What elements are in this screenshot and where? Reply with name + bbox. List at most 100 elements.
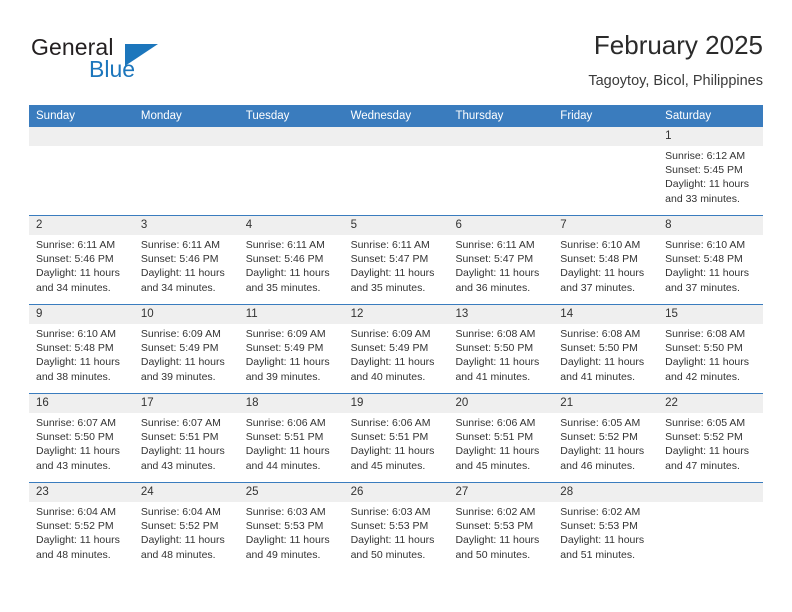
daylight-text-line2: and 37 minutes. [560, 281, 636, 294]
day-details: Sunrise: 6:06 AM Sunset: 5:51 PM Dayligh… [246, 416, 338, 473]
day-number: 20 [455, 397, 469, 409]
day-cell[interactable]: 23 Sunrise: 6:04 AM Sunset: 5:52 PM Dayl… [29, 483, 134, 571]
day-cell[interactable]: 19 Sunrise: 6:06 AM Sunset: 5:51 PM Dayl… [344, 394, 449, 482]
sunset-text: Sunset: 5:52 PM [140, 520, 219, 533]
daylight-text-line2: and 48 minutes. [140, 548, 216, 561]
weekday-header-sunday: Sunday [36, 110, 76, 122]
day-details: Sunrise: 6:03 AM Sunset: 5:53 PM Dayligh… [351, 505, 443, 562]
day-cell[interactable]: 8 Sunrise: 6:10 AM Sunset: 5:48 PM Dayli… [658, 216, 763, 304]
sunrise-text: Sunrise: 6:05 AM [560, 417, 641, 429]
day-number: 10 [140, 308, 154, 320]
daylight-text-line2: and 43 minutes. [36, 459, 111, 472]
sunset-text: Sunset: 5:46 PM [140, 253, 219, 266]
sunset-text: Sunset: 5:49 PM [245, 342, 324, 355]
week-row: 2 Sunrise: 6:11 AM Sunset: 5:46 PM Dayli… [29, 215, 763, 304]
sunrise-text: Sunrise: 6:06 AM [245, 417, 326, 429]
sunrise-text: Sunrise: 6:04 AM [36, 506, 116, 518]
day-cell[interactable]: 20 Sunrise: 6:06 AM Sunset: 5:51 PM Dayl… [448, 394, 553, 482]
sunrise-text: Sunrise: 6:10 AM [560, 239, 641, 251]
sunset-text: Sunset: 5:50 PM [665, 342, 743, 355]
weekday-header-saturday: Saturday [665, 110, 712, 122]
week-row: 23 Sunrise: 6:04 AM Sunset: 5:52 PM Dayl… [29, 482, 763, 571]
sunrise-text: Sunrise: 6:09 AM [350, 328, 431, 340]
location-subtitle: Tagoytoy, Bicol, Philippines [588, 73, 763, 89]
sunset-text: Sunset: 5:48 PM [560, 253, 638, 266]
daylight-text-line2: and 35 minutes. [350, 281, 426, 294]
daylight-text-line2: and 43 minutes. [140, 459, 216, 472]
day-cell[interactable]: 5 Sunrise: 6:11 AM Sunset: 5:47 PM Dayli… [344, 216, 449, 304]
sunset-text: Sunset: 5:51 PM [140, 431, 219, 444]
day-cell[interactable]: 21 Sunrise: 6:05 AM Sunset: 5:52 PM Dayl… [553, 394, 658, 482]
day-cell[interactable]: 14 Sunrise: 6:08 AM Sunset: 5:50 PM Dayl… [553, 305, 658, 393]
brand-logo[interactable]: General Blue [29, 34, 259, 90]
daylight-text-line1: Daylight: 11 hours [665, 356, 750, 369]
day-number: 26 [350, 486, 364, 498]
day-number: 5 [350, 219, 357, 231]
day-cell[interactable]: 3 Sunrise: 6:11 AM Sunset: 5:46 PM Dayli… [134, 216, 239, 304]
day-cell[interactable]: 13 Sunrise: 6:08 AM Sunset: 5:50 PM Dayl… [448, 305, 553, 393]
day-number: 11 [245, 308, 258, 320]
sunrise-text: Sunrise: 6:11 AM [455, 239, 535, 251]
day-details: Sunrise: 6:10 AM Sunset: 5:48 PM Dayligh… [665, 238, 757, 295]
sunset-text: Sunset: 5:47 PM [350, 253, 429, 266]
sunset-text: Sunset: 5:50 PM [36, 431, 114, 444]
day-cell[interactable]: 9 Sunrise: 6:10 AM Sunset: 5:48 PM Dayli… [29, 305, 134, 393]
day-cell[interactable]: 18 Sunrise: 6:06 AM Sunset: 5:51 PM Dayl… [239, 394, 344, 482]
sunrise-text: Sunrise: 6:07 AM [36, 417, 116, 429]
day-number: 21 [560, 397, 574, 409]
daylight-text-line1: Daylight: 11 hours [665, 445, 750, 458]
daylight-text-line1: Daylight: 11 hours [140, 445, 225, 458]
day-cell[interactable]: 7 Sunrise: 6:10 AM Sunset: 5:48 PM Dayli… [553, 216, 658, 304]
week-row: 1 Sunrise: 6:12 AM Sunset: 5:45 PM Dayli… [29, 127, 763, 215]
day-number: 2 [36, 219, 43, 231]
day-cell[interactable]: 16 Sunrise: 6:07 AM Sunset: 5:50 PM Dayl… [29, 394, 134, 482]
day-number: 16 [36, 397, 49, 409]
day-details: Sunrise: 6:07 AM Sunset: 5:51 PM Dayligh… [141, 416, 233, 473]
sunrise-text: Sunrise: 6:04 AM [140, 506, 221, 518]
sunset-text: Sunset: 5:53 PM [455, 520, 534, 533]
day-number: 25 [245, 486, 259, 498]
day-number: 17 [140, 397, 154, 409]
day-cell[interactable]: 28 Sunrise: 6:02 AM Sunset: 5:53 PM Dayl… [553, 483, 658, 571]
day-cell[interactable]: 22 Sunrise: 6:05 AM Sunset: 5:52 PM Dayl… [658, 394, 763, 482]
daylight-text-line1: Daylight: 11 hours [560, 534, 645, 547]
day-details: Sunrise: 6:05 AM Sunset: 5:52 PM Dayligh… [560, 416, 652, 473]
day-cell [553, 127, 658, 215]
daylight-text-line1: Daylight: 11 hours [350, 267, 435, 280]
sunset-text: Sunset: 5:49 PM [350, 342, 429, 355]
calendar-grid: Sunday Monday Tuesday Wednesday Thursday… [29, 105, 763, 571]
day-number: 6 [455, 219, 462, 231]
day-cell[interactable]: 25 Sunrise: 6:03 AM Sunset: 5:53 PM Dayl… [239, 483, 344, 571]
daylight-text-line1: Daylight: 11 hours [245, 445, 330, 458]
day-cell[interactable]: 1 Sunrise: 6:12 AM Sunset: 5:45 PM Dayli… [658, 127, 763, 215]
day-cell[interactable]: 15 Sunrise: 6:08 AM Sunset: 5:50 PM Dayl… [658, 305, 763, 393]
daylight-text-line1: Daylight: 11 hours [140, 356, 225, 369]
day-cell[interactable]: 6 Sunrise: 6:11 AM Sunset: 5:47 PM Dayli… [448, 216, 553, 304]
sunset-text: Sunset: 5:52 PM [665, 431, 743, 444]
day-cell [344, 127, 449, 215]
sunset-text: Sunset: 5:50 PM [560, 342, 638, 355]
sunset-text: Sunset: 5:53 PM [350, 520, 429, 533]
day-cell[interactable]: 10 Sunrise: 6:09 AM Sunset: 5:49 PM Dayl… [134, 305, 239, 393]
day-cell[interactable]: 4 Sunrise: 6:11 AM Sunset: 5:46 PM Dayli… [239, 216, 344, 304]
day-cell[interactable]: 11 Sunrise: 6:09 AM Sunset: 5:49 PM Dayl… [239, 305, 344, 393]
day-number: 23 [36, 486, 49, 498]
day-cell[interactable]: 27 Sunrise: 6:02 AM Sunset: 5:53 PM Dayl… [448, 483, 553, 571]
day-details: Sunrise: 6:08 AM Sunset: 5:50 PM Dayligh… [455, 327, 547, 384]
day-cell[interactable]: 12 Sunrise: 6:09 AM Sunset: 5:49 PM Dayl… [344, 305, 449, 393]
sunrise-text: Sunrise: 6:11 AM [350, 239, 430, 251]
daylight-text-line2: and 47 minutes. [665, 459, 740, 472]
daylight-text-line2: and 34 minutes. [36, 281, 111, 294]
sunset-text: Sunset: 5:52 PM [36, 520, 114, 533]
sunset-text: Sunset: 5:52 PM [560, 431, 638, 444]
day-cell[interactable]: 24 Sunrise: 6:04 AM Sunset: 5:52 PM Dayl… [134, 483, 239, 571]
day-details: Sunrise: 6:04 AM Sunset: 5:52 PM Dayligh… [141, 505, 233, 562]
day-details: Sunrise: 6:09 AM Sunset: 5:49 PM Dayligh… [246, 327, 338, 384]
day-cell[interactable]: 17 Sunrise: 6:07 AM Sunset: 5:51 PM Dayl… [134, 394, 239, 482]
daylight-text-line1: Daylight: 11 hours [560, 356, 645, 369]
day-cell[interactable]: 26 Sunrise: 6:03 AM Sunset: 5:53 PM Dayl… [344, 483, 449, 571]
day-number: 27 [455, 486, 469, 498]
day-number: 19 [350, 397, 364, 409]
day-cell[interactable]: 2 Sunrise: 6:11 AM Sunset: 5:46 PM Dayli… [29, 216, 134, 304]
day-number: 13 [455, 308, 469, 320]
